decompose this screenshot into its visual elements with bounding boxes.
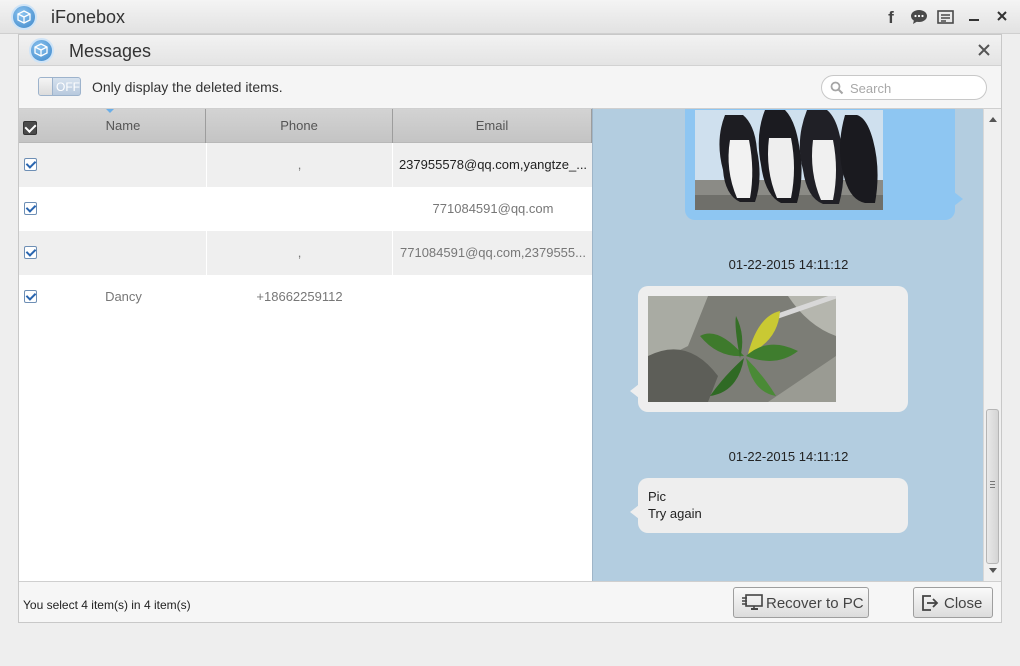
row-checkbox[interactable] <box>24 158 37 171</box>
computer-icon <box>742 594 763 610</box>
facebook-icon[interactable]: f <box>882 9 900 27</box>
close-button[interactable]: Close <box>913 587 993 618</box>
app-bottom-area <box>0 624 1020 666</box>
conversation-scrollbar[interactable] <box>983 108 1001 581</box>
recover-to-pc-button[interactable]: Recover to PC <box>733 587 869 618</box>
select-all-checkbox[interactable] <box>23 121 37 135</box>
close-button-label: Close <box>944 595 983 612</box>
selection-status: You select 4 item(s) in 4 item(s) <box>23 598 191 612</box>
column-header-email[interactable]: Email <box>393 109 592 143</box>
column-header-name[interactable]: Name <box>41 109 206 143</box>
scroll-thumb[interactable] <box>986 409 999 564</box>
received-message-bubble: Pic Try again <box>630 478 908 533</box>
app-logo-icon <box>11 4 37 30</box>
bubble-tail <box>630 384 639 398</box>
cell-phone: , <box>206 231 393 275</box>
scroll-up-icon[interactable] <box>989 117 997 122</box>
cell-name <box>41 231 206 275</box>
dialog-footer: You select 4 item(s) in 4 item(s) Recove… <box>19 581 1001 622</box>
dialog-title: Messages <box>69 41 152 61</box>
message-conversation: 01-22-2015 14:11:12 01-22-2015 14:11:12 … <box>592 108 1001 581</box>
feedback-icon[interactable] <box>937 9 955 27</box>
cell-email: 771084591@qq.com,2379555... <box>400 245 586 260</box>
row-checkbox[interactable] <box>24 202 37 215</box>
bubble-tail <box>954 192 963 206</box>
minimize-icon[interactable] <box>965 9 983 27</box>
search-icon <box>830 81 844 95</box>
table-header: Name Phone Email <box>19 109 592 143</box>
exit-icon <box>922 595 939 611</box>
recover-button-label: Recover to PC <box>766 595 864 612</box>
deleted-only-toggle[interactable]: OFF <box>38 77 81 96</box>
cell-email <box>396 275 590 319</box>
contacts-table: Name Phone Email , 237955578@qq.com,yang… <box>19 108 592 581</box>
app-titlebar: iFonebox f <box>0 0 1020 34</box>
messages-logo-icon <box>29 38 54 63</box>
cell-name <box>41 143 206 187</box>
cell-email: 237955578@qq.com,yangtze_... <box>398 157 588 172</box>
dialog-close-icon[interactable] <box>975 40 993 62</box>
message-text-line: Try again <box>648 506 702 521</box>
table-row[interactable]: , 771084591@qq.com,2379555... <box>19 231 592 275</box>
column-header-phone[interactable]: Phone <box>206 109 393 143</box>
chat-icon[interactable] <box>910 9 928 27</box>
filter-toolbar: OFF Only display the deleted items. <box>19 66 1001 106</box>
row-checkbox[interactable] <box>24 246 37 259</box>
sent-message-bubble <box>685 109 963 220</box>
bubble-tail <box>630 505 639 519</box>
table-row[interactable]: 771084591@qq.com <box>19 187 592 231</box>
cell-phone <box>206 187 393 231</box>
cell-name: Dancy <box>105 289 142 304</box>
search-box <box>821 75 987 100</box>
scroll-grip-icon <box>990 481 995 482</box>
row-checkbox[interactable] <box>24 290 37 303</box>
message-timestamp: 01-22-2015 14:11:12 <box>728 449 849 464</box>
search-input[interactable] <box>850 79 980 97</box>
cell-phone: +18662259112 <box>256 289 343 304</box>
toggle-label: Only display the deleted items. <box>92 79 283 95</box>
leaf-photo[interactable] <box>648 296 836 402</box>
message-text-line: Pic <box>648 489 667 504</box>
scroll-down-icon[interactable] <box>989 568 997 573</box>
received-message-bubble <box>630 286 908 412</box>
cell-name <box>41 187 206 231</box>
cell-phone: , <box>206 143 393 187</box>
penguins-photo[interactable] <box>695 110 883 210</box>
cell-email: 771084591@qq.com <box>432 201 554 216</box>
message-timestamp: 01-22-2015 14:11:12 <box>728 257 849 272</box>
app-title: iFonebox <box>51 7 126 27</box>
messages-dialog: Messages OFF Only display the deleted it… <box>18 34 1002 623</box>
close-icon[interactable] <box>993 9 1011 27</box>
dialog-header: Messages <box>19 35 1001 66</box>
toggle-knob <box>39 78 53 95</box>
table-row[interactable]: Dancy +18662259112 <box>19 275 592 319</box>
table-row[interactable]: , 237955578@qq.com,yangtze_... <box>19 143 592 187</box>
toggle-state-label: OFF <box>56 80 80 94</box>
